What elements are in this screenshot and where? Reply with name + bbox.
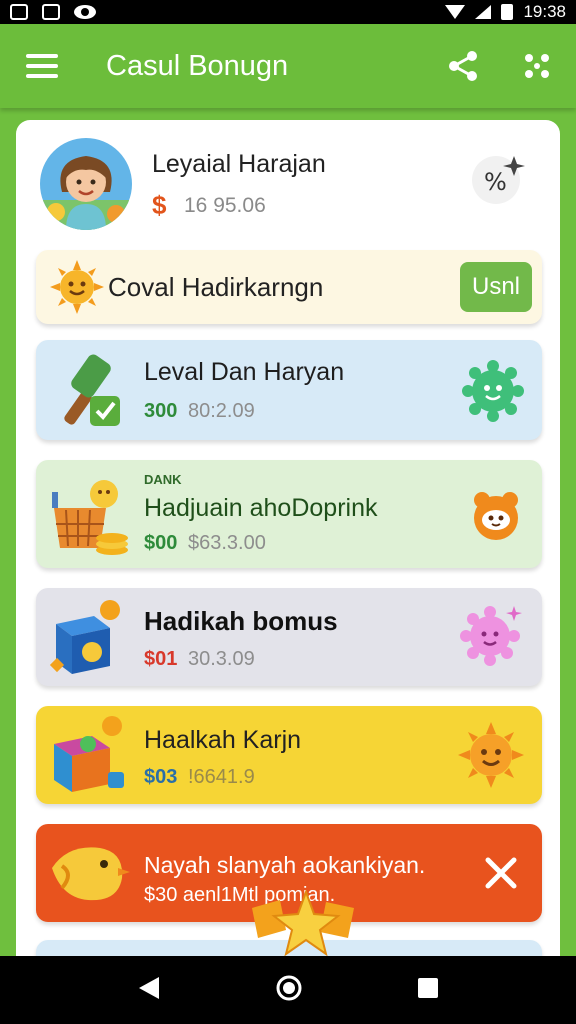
green-gear-icon <box>462 360 524 422</box>
home-button[interactable] <box>275 974 303 1007</box>
sparkle-badge-icon[interactable]: % <box>464 150 528 208</box>
close-icon[interactable] <box>484 856 518 890</box>
eye-icon <box>74 5 96 19</box>
toy-chest-icon <box>54 716 124 792</box>
bonus-row-level[interactable]: Leval Dan Haryan 300 80:2.09 <box>36 340 542 440</box>
pink-star-face-icon <box>460 606 522 666</box>
more-options-icon[interactable] <box>524 53 550 79</box>
orange-face-icon <box>474 492 518 540</box>
gift-box-icon <box>49 600 120 674</box>
battery-icon <box>501 4 514 20</box>
row-amount: $03 <box>144 766 178 788</box>
profile-header: Leyaial Harajan $ 16 95.06 % <box>16 120 560 240</box>
navigation-bar <box>0 956 576 1024</box>
image-notification-icon <box>42 4 60 20</box>
sun-icon <box>50 260 104 314</box>
bonus-row-karjn[interactable]: Haalkah Karjn $03 !6641.9 <box>36 706 542 804</box>
share-icon[interactable] <box>446 49 480 83</box>
row-amount: $00 <box>144 532 178 554</box>
status-time: 19:38 <box>523 2 566 21</box>
promo-row: Coval Hadirkarngn Usnl <box>36 250 542 324</box>
app-bar: Casul Bonugn <box>0 24 576 108</box>
row-title: Leval Dan Haryan <box>144 358 345 386</box>
status-system: 19:38 <box>445 2 566 22</box>
row-time: $63.3.00 <box>188 532 266 554</box>
app-title: Casul Bonugn <box>106 49 289 82</box>
notification-icon <box>10 4 28 20</box>
status-notifications <box>10 4 96 20</box>
recents-button[interactable] <box>417 977 439 1004</box>
basket-coins-icon <box>52 480 128 555</box>
wifi-icon <box>445 5 466 19</box>
row-title: Hadjuain ahoDoprink <box>144 494 378 522</box>
profile-balance: 16 95.06 <box>184 194 266 217</box>
avatar[interactable] <box>40 138 132 230</box>
back-button[interactable] <box>137 975 161 1006</box>
row-small-label: DANK <box>144 472 182 487</box>
signal-icon <box>475 5 492 19</box>
app-bar-actions <box>446 49 550 83</box>
row-title: Hadikah bomus <box>144 606 338 636</box>
row-time: 30.3.09 <box>188 648 255 670</box>
bonus-row-bonus[interactable]: Hadikah bomus $01 30.3.09 <box>36 588 542 686</box>
row-time: 80:2.09 <box>188 400 255 422</box>
status-bar: 19:38 <box>0 0 576 24</box>
main-card: Leyaial Harajan $ 16 95.06 % Coval Hadir… <box>16 120 560 970</box>
menu-icon[interactable] <box>26 54 58 78</box>
svg-text:%: % <box>484 168 507 196</box>
row-amount: 300 <box>144 400 178 422</box>
sun-face-icon <box>458 722 524 788</box>
notification-title: Nayah slanyah aokankiyan. <box>144 852 426 878</box>
bonus-row-daily[interactable]: DANK Hadjuain ahoDoprink $00 $63.3.00 <box>36 460 542 568</box>
bird-mascot-icon <box>52 847 130 901</box>
row-title: Haalkah Karjn <box>144 726 302 754</box>
promo-title: Coval Hadirkarngn <box>108 272 324 302</box>
row-amount: $01 <box>144 648 178 670</box>
row-time: !6641.9 <box>188 766 255 788</box>
star-decoration-icon <box>252 890 354 957</box>
profile-name: Leyaial Harajan <box>152 150 326 178</box>
use-button[interactable]: Usnl <box>460 262 532 312</box>
hammer-check-icon <box>64 354 120 426</box>
currency-symbol: $ <box>152 190 167 220</box>
